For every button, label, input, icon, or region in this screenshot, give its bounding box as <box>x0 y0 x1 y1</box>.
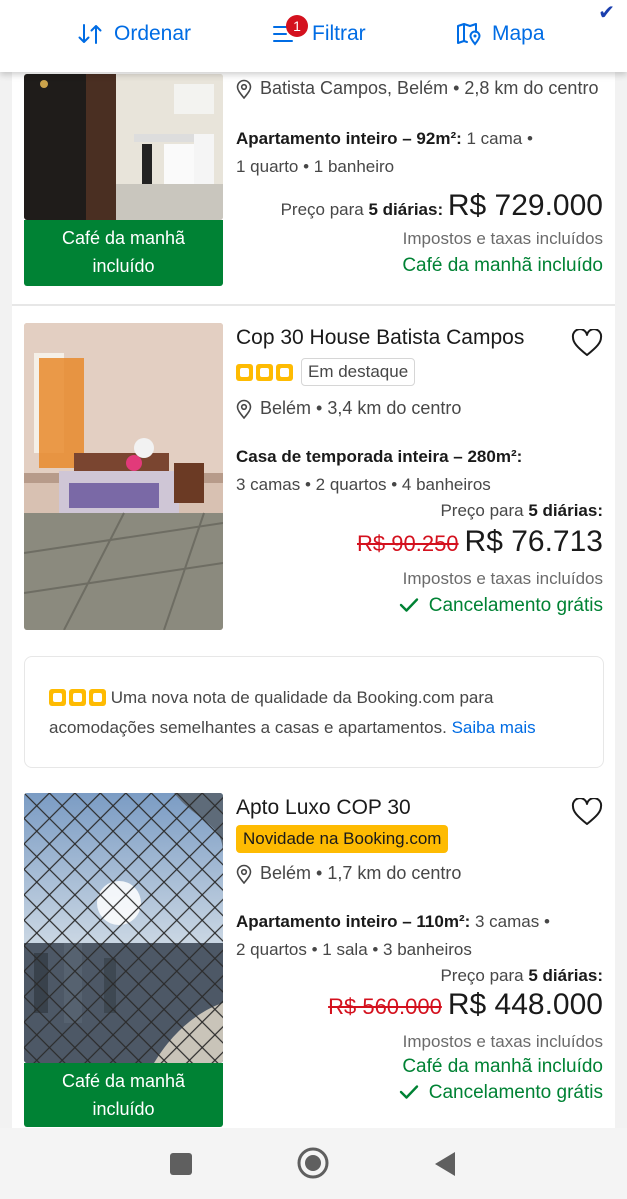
property-name[interactable]: Apto Luxo COP 30 <box>236 796 603 820</box>
circle-icon[interactable] <box>296 1146 330 1180</box>
listing-description: Casa de temporada inteira – 280m²: 3 cam… <box>236 443 603 499</box>
location-pin-icon <box>236 79 252 99</box>
listing-location: Belém • 3,4 km do centro <box>236 398 603 419</box>
heart-icon[interactable] <box>571 329 603 357</box>
listing-card[interactable]: Cop 30 House Batista Campos Em destaque … <box>12 306 615 646</box>
square-icon[interactable] <box>169 1152 193 1176</box>
price-value: R$ 76.713 <box>464 525 603 558</box>
map-pin-icon <box>457 23 481 46</box>
price-nights: 5 diárias: <box>528 501 603 520</box>
desc-line1: 3 camas • <box>470 912 550 931</box>
taxes-note: Impostos e taxas incluídos <box>402 229 603 248</box>
listing-description: Apartamento inteiro – 110m²: 3 camas • 2… <box>236 908 603 964</box>
page-edge-right <box>615 0 627 1199</box>
desc-line2: 3 camas • 2 quartos • 4 banheiros <box>236 475 491 494</box>
price-value: R$ 729.000 <box>447 189 603 222</box>
listing-photo-bedroom[interactable] <box>24 323 223 630</box>
price-prefix: Preço para <box>280 200 369 219</box>
quality-rating-notice: Uma nova nota de qualidade da Booking.co… <box>24 656 604 768</box>
price-nights: 5 diárias: <box>368 200 444 219</box>
property-name[interactable]: Cop 30 House Batista Campos <box>236 326 603 350</box>
price-row: Preço para 5 diárias: <box>236 501 603 521</box>
price-value: R$ 448.000 <box>447 988 603 1021</box>
desc-line2: 1 quarto • 1 banheiro <box>236 157 395 176</box>
quality-square-icon <box>89 689 106 706</box>
listing-card[interactable]: Café da manhã incluído Apto Luxo COP 30 … <box>12 778 615 1128</box>
desc-line2: 2 quartos • 1 sala • 3 banheiros <box>236 940 472 959</box>
price-values: R$ 90.250 R$ 76.713 <box>236 525 603 559</box>
ribbon-line: incluído <box>92 1099 155 1119</box>
quality-square-icon <box>236 363 253 381</box>
price-nights: 5 diárias: <box>528 966 603 985</box>
quality-square-icon <box>49 689 66 706</box>
check-icon <box>399 1085 418 1099</box>
filter-button[interactable]: 1 Filtrar <box>272 15 366 50</box>
sort-button[interactable]: Ordenar <box>78 18 191 50</box>
quality-square-icon <box>69 689 86 706</box>
sort-arrows-icon <box>78 24 102 44</box>
listing-info: Apto Luxo COP 30 Novidade na Booking.com… <box>236 796 603 1104</box>
filter-label: Filtrar <box>312 22 366 45</box>
unit-type: Apartamento inteiro – 110m²: <box>236 912 471 931</box>
old-price: R$ 560.000 <box>328 994 442 1019</box>
breakfast-ribbon: Café da manhã incluído <box>24 1063 223 1127</box>
ribbon-line: Café da manhã <box>61 228 186 248</box>
listing-description: Apartamento inteiro – 92m²: 1 cama • 1 q… <box>236 125 603 181</box>
desc-line1: 1 cama • <box>461 129 533 148</box>
listing-info: Cop 30 House Batista Campos Em destaque … <box>236 326 603 617</box>
listing-info: Batista Campos, Belém • 2,8 km do centro… <box>236 78 603 277</box>
ribbon-line: Café da manhã <box>61 1071 186 1091</box>
page-edge-left <box>0 0 12 1199</box>
new-on-booking-badge: Novidade na Booking.com <box>236 825 449 853</box>
quality-square-icon <box>276 363 293 381</box>
perk-text: Cancelamento grátis <box>428 1082 603 1103</box>
old-price: R$ 90.250 <box>357 531 459 556</box>
free-cancellation-perk: Cancelamento grátis <box>236 595 603 617</box>
breakfast-ribbon: Café da manhã incluído <box>24 220 223 286</box>
learn-more-link[interactable]: Saiba mais <box>452 718 536 737</box>
results-toolbar: Ordenar 1 Filtrar Mapa ✔ <box>0 0 627 72</box>
listing-photo-kitchen[interactable] <box>24 74 223 220</box>
taxes-note: Impostos e taxas incluídos <box>402 1032 603 1051</box>
price-prefix: Preço para <box>440 501 529 520</box>
system-navigation-bar <box>0 1128 627 1199</box>
breakfast-perk: Café da manhã incluído <box>402 1056 603 1077</box>
free-cancellation-perk: Cancelamento grátis <box>236 1082 603 1104</box>
map-label: Mapa <box>492 22 545 45</box>
check-icon <box>399 598 418 612</box>
price-prefix: Preço para <box>440 966 529 985</box>
sort-label: Ordenar <box>114 22 192 45</box>
triangle-back-icon[interactable] <box>433 1150 457 1178</box>
listing-card[interactable]: Café da manhã incluído Batista Campos, B… <box>12 72 615 304</box>
ribbon-line: incluído <box>92 256 155 276</box>
listing-location: Belém • 1,7 km do centro <box>236 863 603 884</box>
corner-mark: ✔ <box>598 2 615 24</box>
map-button[interactable]: Mapa <box>456 18 545 50</box>
badge-row: Novidade na Booking.com <box>236 825 603 853</box>
price-values: R$ 560.000 R$ 448.000 <box>236 988 603 1022</box>
perk-text: Cancelamento grátis <box>428 595 603 616</box>
location-pin-icon <box>236 864 252 884</box>
quality-square-icon <box>256 363 273 381</box>
listing-photo-view[interactable] <box>24 793 223 1063</box>
location-text: Belém • 1,7 km do centro <box>260 863 462 883</box>
quality-rating-stars <box>236 363 293 381</box>
location-text: Belém • 3,4 km do centro <box>260 398 462 418</box>
location-text: Batista Campos, Belém • 2,8 km do centro <box>260 78 599 98</box>
unit-type: Apartamento inteiro – 92m²: <box>236 129 462 148</box>
price-row: Preço para 5 diárias: R$ 729.000 <box>236 189 603 223</box>
price-row: Preço para 5 diárias: <box>236 966 603 986</box>
notice-text: Uma nova nota de qualidade da Booking.co… <box>49 688 494 737</box>
location-pin-icon <box>236 399 252 419</box>
featured-badge: Em destaque <box>301 358 416 386</box>
rating-row: Em destaque <box>236 358 603 386</box>
quality-rating-stars <box>49 689 106 706</box>
breakfast-perk: Café da manhã incluído <box>402 255 603 276</box>
listing-divider <box>12 304 615 306</box>
unit-type: Casa de temporada inteira – 280m²: <box>236 447 523 466</box>
listing-location: Batista Campos, Belém • 2,8 km do centro <box>236 78 603 99</box>
filter-count-badge: 1 <box>286 15 308 37</box>
taxes-note: Impostos e taxas incluídos <box>402 569 603 588</box>
heart-icon[interactable] <box>571 798 603 826</box>
